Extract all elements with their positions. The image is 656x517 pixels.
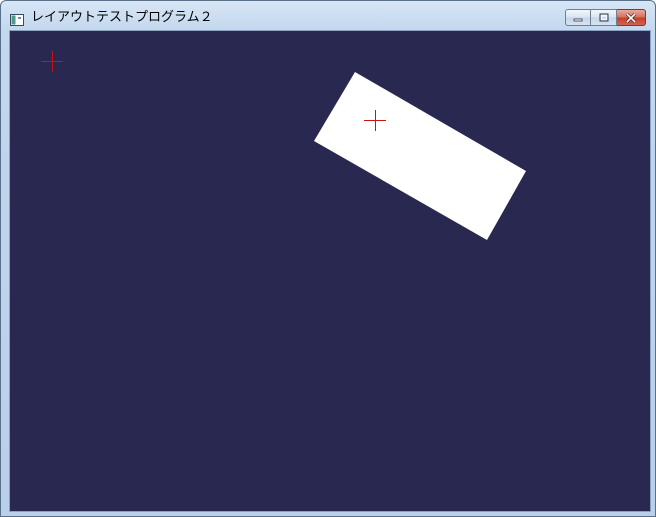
maximize-icon xyxy=(599,13,608,21)
close-icon xyxy=(625,12,637,23)
drawing-canvas[interactable] xyxy=(9,30,651,512)
crosshair-origin xyxy=(41,51,63,72)
application-icon[interactable] xyxy=(10,11,24,26)
close-button[interactable] xyxy=(617,9,646,26)
app-window: レイアウトテストプログラム２ xyxy=(0,0,656,517)
minimize-button[interactable] xyxy=(565,9,591,26)
caption-buttons xyxy=(565,9,646,27)
title-bar[interactable]: レイアウトテストプログラム２ xyxy=(1,1,655,29)
minimize-icon xyxy=(573,18,583,21)
canvas-svg xyxy=(41,51,526,240)
window-title: レイアウトテストプログラム２ xyxy=(31,10,213,25)
maximize-button[interactable] xyxy=(591,9,617,26)
rotated-rectangle xyxy=(314,72,526,240)
